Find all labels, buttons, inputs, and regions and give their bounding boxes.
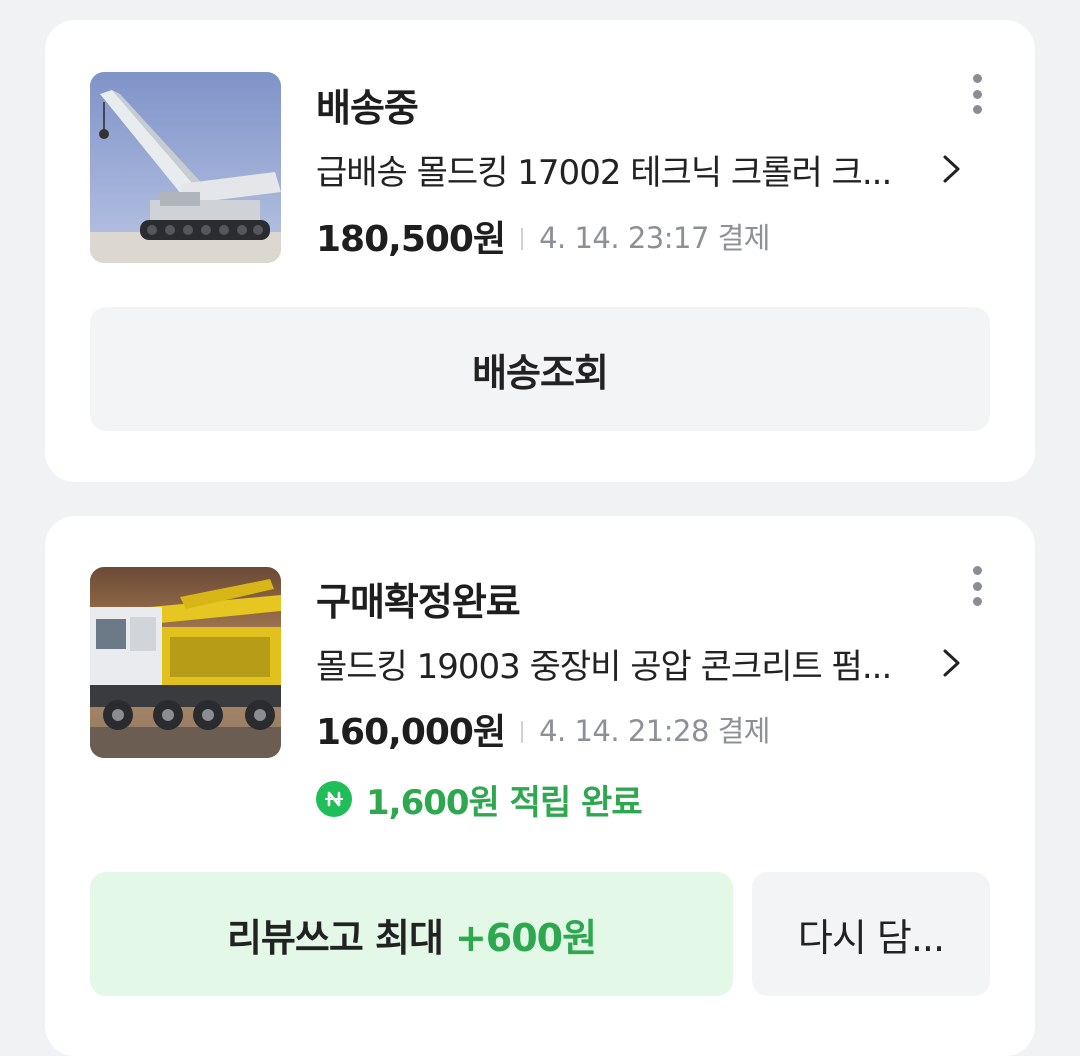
more-dot-icon <box>972 581 982 591</box>
product-thumbnail[interactable] <box>90 72 281 263</box>
order-status: 배송중 <box>316 86 419 130</box>
reward-row: 1,600원 적립 완료 <box>316 775 643 823</box>
crawler-crane-photo <box>90 72 281 263</box>
write-review-button[interactable]: 리뷰쓰고 최대 +600원 <box>90 872 733 996</box>
npay-point-icon <box>316 781 352 817</box>
divider <box>521 721 524 743</box>
price-row: 180,500원 4. 14. 23:17 결제 <box>316 213 770 260</box>
product-name: 몰드킹 19003 중장비 공압 콘크리트 펌... <box>316 646 892 687</box>
review-button-label: 리뷰쓰고 최대 <box>226 915 444 960</box>
more-dot-icon <box>972 597 982 606</box>
order-status: 구매확정완료 <box>316 580 521 624</box>
chevron-right-icon <box>936 149 966 189</box>
order-card: 구매확정완료 몰드킹 19003 중장비 공압 콘크리트 펌... 160,00… <box>45 516 1035 1056</box>
concrete-pump-truck-photo <box>90 567 281 758</box>
product-name: 급배송 몰드킹 17002 테크닉 크롤러 크... <box>316 152 892 193</box>
more-dot-icon <box>972 74 982 83</box>
payment-date: 4. 14. 23:17 결제 <box>539 221 770 255</box>
chevron-right-icon <box>936 643 966 683</box>
review-button-accent: +600원 <box>454 915 597 960</box>
product-thumbnail[interactable] <box>90 567 281 758</box>
more-dot-icon <box>972 566 982 575</box>
product-link[interactable]: 급배송 몰드킹 17002 테크닉 크롤러 크... <box>316 144 966 194</box>
more-options-button[interactable] <box>965 70 989 118</box>
order-price: 160,000원 <box>316 712 506 753</box>
reward-text: 1,600원 적립 완료 <box>366 782 643 823</box>
order-price: 180,500원 <box>316 219 506 260</box>
add-to-cart-again-button[interactable]: 다시 담... <box>752 872 990 996</box>
track-delivery-button[interactable]: 배송조회 <box>90 307 990 431</box>
more-dot-icon <box>972 105 982 114</box>
payment-date: 4. 14. 21:28 결제 <box>539 714 770 748</box>
divider <box>521 228 524 250</box>
product-link[interactable]: 몰드킹 19003 중장비 공압 콘크리트 펌... <box>316 638 966 688</box>
order-card: 배송중 급배송 몰드킹 17002 테크닉 크롤러 크... 180,500원 … <box>45 20 1035 482</box>
more-dot-icon <box>972 89 982 99</box>
price-row: 160,000원 4. 14. 21:28 결제 <box>316 706 770 753</box>
more-options-button[interactable] <box>965 562 989 610</box>
